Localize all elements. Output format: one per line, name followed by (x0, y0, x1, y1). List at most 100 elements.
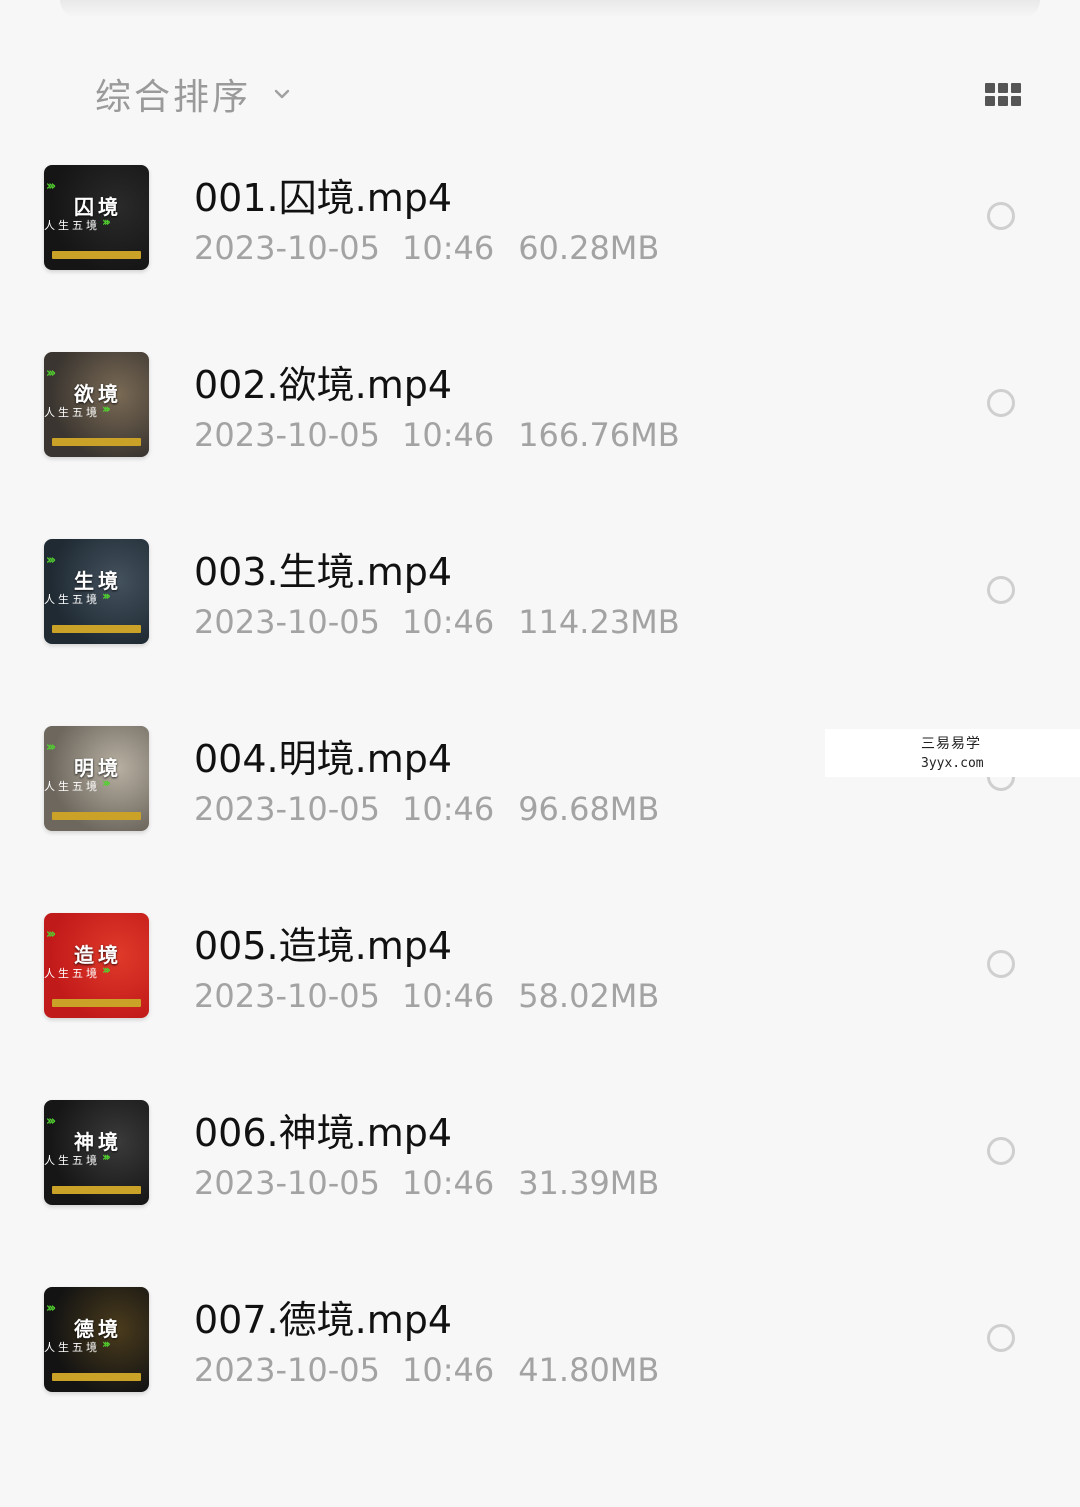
top-bar-shadow (60, 0, 1040, 18)
video-thumbnail: ››› 神境 人生五境 ››› (44, 1100, 149, 1205)
file-name[interactable]: 002.欲境.mp4 (194, 354, 452, 409)
file-row[interactable]: ››› 生境 人生五境 ››› 003.生境.mp4 2023-10-05 10… (0, 511, 1080, 698)
select-radio[interactable] (987, 950, 1015, 978)
select-radio[interactable] (987, 576, 1015, 604)
thumbnail-arrows-icon: ››› (46, 553, 56, 568)
thumbnail-subtitle: 人生五境 (44, 967, 100, 980)
thumbnail-caption-strip (52, 251, 141, 259)
thumbnail-caption-strip (52, 1186, 141, 1194)
thumbnail-subtitle: 人生五境 (44, 780, 100, 793)
file-size: 58.02MB (518, 977, 660, 1015)
file-size: 31.39MB (518, 1164, 660, 1202)
file-row[interactable]: ››› 明境 人生五境 ››› 004.明境.mp4 2023-10-05 10… (0, 698, 1080, 885)
sort-dropdown[interactable]: 综合排序 (95, 66, 291, 122)
thumbnail-title: 生境 (74, 569, 122, 593)
video-thumbnail: ››› 生境 人生五境 ››› (44, 539, 149, 644)
file-size: 114.23MB (518, 603, 680, 641)
file-time: 10:46 (401, 977, 495, 1015)
thumbnail-arrows-icon: ››› (46, 1301, 56, 1316)
file-meta: 2023-10-05 10:46 41.80MB (194, 1351, 659, 1389)
file-time: 10:46 (401, 1164, 495, 1202)
file-size: 60.28MB (518, 229, 660, 267)
sort-label: 综合排序 (95, 77, 252, 118)
select-radio[interactable] (987, 389, 1015, 417)
thumbnail-arrows-icon: ››› (102, 589, 111, 603)
file-meta: 2023-10-05 10:46 114.23MB (194, 603, 680, 641)
thumbnail-arrows-icon: ››› (46, 740, 56, 755)
thumbnail-title: 神境 (74, 1130, 122, 1154)
thumbnail-arrows-icon: ››› (46, 179, 56, 194)
file-date: 2023-10-05 (194, 603, 380, 641)
file-meta: 2023-10-05 10:46 60.28MB (194, 229, 659, 267)
file-name[interactable]: 005.造境.mp4 (194, 915, 452, 970)
chevron-down-icon (274, 89, 290, 99)
thumbnail-arrows-icon: ››› (46, 366, 56, 381)
file-name[interactable]: 003.生境.mp4 (194, 541, 452, 596)
select-radio[interactable] (987, 202, 1015, 230)
thumbnail-subtitle: 人生五境 (44, 219, 100, 232)
thumbnail-subtitle: 人生五境 (44, 593, 100, 606)
file-meta: 2023-10-05 10:46 58.02MB (194, 977, 659, 1015)
thumbnail-title: 造境 (74, 943, 122, 967)
grid-view-icon[interactable] (985, 83, 1021, 107)
video-thumbnail: ››› 囚境 人生五境 ››› (44, 165, 149, 270)
thumbnail-arrows-icon: ››› (102, 215, 111, 229)
watermark-line-1: 三易易学 (921, 736, 981, 752)
file-size: 41.80MB (518, 1351, 660, 1389)
file-row[interactable]: ››› 囚境 人生五境 ››› 001.囚境.mp4 2023-10-05 10… (0, 137, 1080, 324)
video-thumbnail: ››› 欲境 人生五境 ››› (44, 352, 149, 457)
file-time: 10:46 (401, 790, 495, 828)
thumbnail-arrows-icon: ››› (102, 402, 111, 416)
file-date: 2023-10-05 (194, 790, 380, 828)
video-thumbnail: ››› 德境 人生五境 ››› (44, 1287, 149, 1392)
file-time: 10:46 (401, 416, 495, 454)
file-date: 2023-10-05 (194, 229, 380, 267)
thumbnail-arrows-icon: ››› (102, 1150, 111, 1164)
file-list: ››› 囚境 人生五境 ››› 001.囚境.mp4 2023-10-05 10… (0, 137, 1080, 1446)
file-size: 166.76MB (518, 416, 680, 454)
thumbnail-arrows-icon: ››› (46, 1114, 56, 1129)
file-date: 2023-10-05 (194, 977, 380, 1015)
file-date: 2023-10-05 (194, 416, 380, 454)
video-thumbnail: ››› 造境 人生五境 ››› (44, 913, 149, 1018)
thumbnail-subtitle: 人生五境 (44, 1341, 100, 1354)
file-row[interactable]: ››› 造境 人生五境 ››› 005.造境.mp4 2023-10-05 10… (0, 885, 1080, 1072)
file-time: 10:46 (401, 1351, 495, 1389)
watermark-line-2: 3yyx.com (921, 756, 984, 771)
thumbnail-subtitle: 人生五境 (44, 1154, 100, 1167)
file-name[interactable]: 007.德境.mp4 (194, 1289, 452, 1344)
file-row[interactable]: ››› 德境 人生五境 ››› 007.德境.mp4 2023-10-05 10… (0, 1259, 1080, 1446)
file-name[interactable]: 004.明境.mp4 (194, 728, 452, 783)
file-meta: 2023-10-05 10:46 96.68MB (194, 790, 659, 828)
thumbnail-title: 明境 (74, 756, 122, 780)
thumbnail-caption-strip (52, 812, 141, 820)
file-name[interactable]: 001.囚境.mp4 (194, 167, 452, 222)
file-row[interactable]: ››› 神境 人生五境 ››› 006.神境.mp4 2023-10-05 10… (0, 1072, 1080, 1259)
file-time: 10:46 (401, 229, 495, 267)
watermark: 三易易学 3yyx.com (825, 729, 1080, 777)
thumbnail-caption-strip (52, 999, 141, 1007)
thumbnail-arrows-icon: ››› (46, 927, 56, 942)
thumbnail-caption-strip (52, 438, 141, 446)
select-radio[interactable] (987, 1324, 1015, 1352)
file-date: 2023-10-05 (194, 1351, 380, 1389)
thumbnail-arrows-icon: ››› (102, 963, 111, 977)
file-row[interactable]: ››› 欲境 人生五境 ››› 002.欲境.mp4 2023-10-05 10… (0, 324, 1080, 511)
file-size: 96.68MB (518, 790, 660, 828)
thumbnail-title: 囚境 (74, 195, 122, 219)
select-radio[interactable] (987, 1137, 1015, 1165)
thumbnail-caption-strip (52, 1373, 141, 1381)
file-name[interactable]: 006.神境.mp4 (194, 1102, 452, 1157)
thumbnail-title: 德境 (74, 1317, 122, 1341)
thumbnail-caption-strip (52, 625, 141, 633)
file-browser-page: 综合排序 ››› 囚境 人生五境 ››› 001.囚境.mp4 2023-10-… (0, 0, 1080, 1507)
file-date: 2023-10-05 (194, 1164, 380, 1202)
file-meta: 2023-10-05 10:46 166.76MB (194, 416, 680, 454)
thumbnail-title: 欲境 (74, 382, 122, 406)
video-thumbnail: ››› 明境 人生五境 ››› (44, 726, 149, 831)
thumbnail-arrows-icon: ››› (102, 776, 111, 790)
thumbnail-subtitle: 人生五境 (44, 406, 100, 419)
file-meta: 2023-10-05 10:46 31.39MB (194, 1164, 659, 1202)
thumbnail-arrows-icon: ››› (102, 1337, 111, 1351)
file-time: 10:46 (401, 603, 495, 641)
